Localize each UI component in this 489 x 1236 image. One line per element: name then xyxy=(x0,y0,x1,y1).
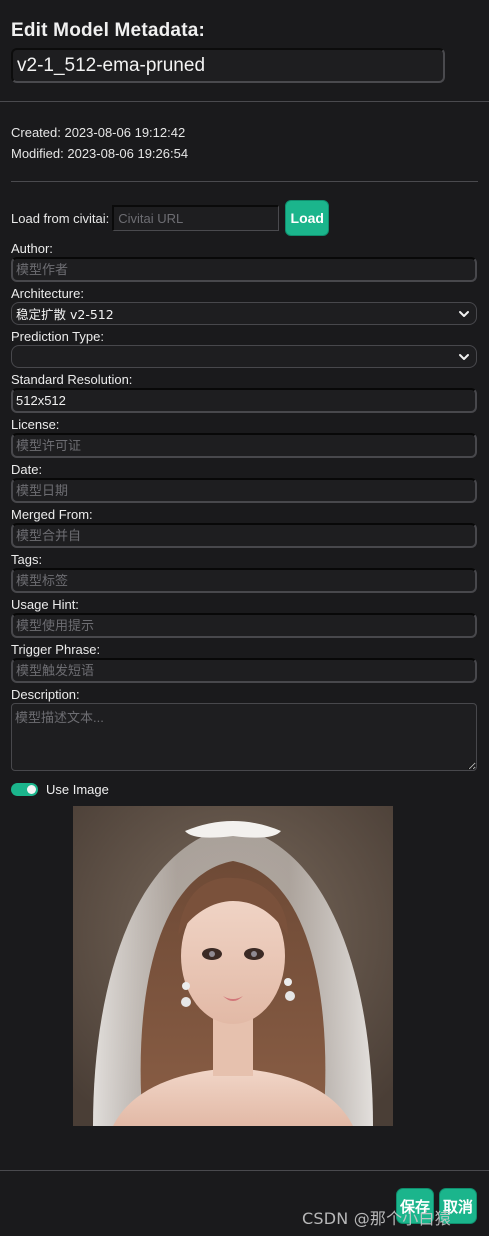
civitai-label: Load from civitai: xyxy=(11,210,110,226)
date-field: Date: xyxy=(11,461,478,503)
civitai-url-input[interactable] xyxy=(112,205,280,231)
use-image-label: Use Image xyxy=(46,781,109,797)
standard-resolution-field: Standard Resolution: xyxy=(11,371,478,413)
use-image-row: Use Image xyxy=(11,779,478,799)
date-input[interactable] xyxy=(11,478,477,503)
merged-from-field: Merged From: xyxy=(11,506,478,548)
license-field: License: xyxy=(11,416,478,458)
license-label: License: xyxy=(11,417,60,432)
use-image-toggle[interactable] xyxy=(11,782,38,796)
tags-input[interactable] xyxy=(11,568,477,593)
date-label: Date: xyxy=(11,462,43,477)
merged-from-label: Merged From: xyxy=(11,507,93,522)
save-button[interactable]: 保存 xyxy=(396,1188,434,1224)
trigger-phrase-input[interactable] xyxy=(11,658,477,683)
usage-hint-input[interactable] xyxy=(11,613,477,638)
model-name-input[interactable] xyxy=(11,48,445,83)
architecture-field: Architecture: 稳定扩散 v2-512 xyxy=(11,285,478,325)
metadata-form: Load from civitai: Load Author: Architec… xyxy=(0,199,489,799)
description-textarea[interactable] xyxy=(11,703,477,771)
author-label: Author: xyxy=(11,241,53,256)
divider xyxy=(11,181,478,182)
author-input[interactable] xyxy=(11,257,477,282)
trigger-phrase-field: Trigger Phrase: xyxy=(11,641,478,683)
usage-hint-label: Usage Hint: xyxy=(11,597,79,612)
description-field: Description: xyxy=(11,686,478,776)
prediction-type-select[interactable] xyxy=(11,345,477,368)
author-field: Author: xyxy=(11,240,478,282)
architecture-value: 稳定扩散 v2-512 xyxy=(16,307,114,322)
usage-hint-field: Usage Hint: xyxy=(11,596,478,638)
prediction-type-label: Prediction Type: xyxy=(11,329,104,344)
standard-resolution-label: Standard Resolution: xyxy=(11,372,133,387)
timestamps: Created: 2023-08-06 19:12:42 Modified: 2… xyxy=(0,102,489,164)
architecture-label: Architecture: xyxy=(11,286,84,301)
dialog-title: Edit Model Metadata: xyxy=(11,20,206,41)
prediction-type-field: Prediction Type: xyxy=(11,328,478,368)
standard-resolution-input[interactable] xyxy=(11,388,477,413)
trigger-phrase-label: Trigger Phrase: xyxy=(11,642,101,657)
chevron-down-icon xyxy=(459,353,469,360)
tags-label: Tags: xyxy=(11,552,43,567)
merged-from-input[interactable] xyxy=(11,523,477,548)
footer-buttons: 保存 取消 xyxy=(396,1188,477,1224)
model-preview-image xyxy=(73,806,393,1126)
cancel-button[interactable]: 取消 xyxy=(439,1188,477,1224)
license-input[interactable] xyxy=(11,433,477,458)
architecture-select[interactable]: 稳定扩散 v2-512 xyxy=(11,302,477,325)
description-label: Description: xyxy=(11,687,80,702)
divider xyxy=(0,1170,489,1171)
civitai-row: Load from civitai: Load xyxy=(11,199,478,237)
dialog-header: Edit Model Metadata: xyxy=(0,0,489,83)
load-button[interactable]: Load xyxy=(285,200,330,236)
created-text: Created: 2023-08-06 19:12:42 xyxy=(11,125,186,140)
modified-text: Modified: 2023-08-06 19:26:54 xyxy=(11,146,189,161)
chevron-down-icon xyxy=(459,310,469,317)
tags-field: Tags: xyxy=(11,551,478,593)
